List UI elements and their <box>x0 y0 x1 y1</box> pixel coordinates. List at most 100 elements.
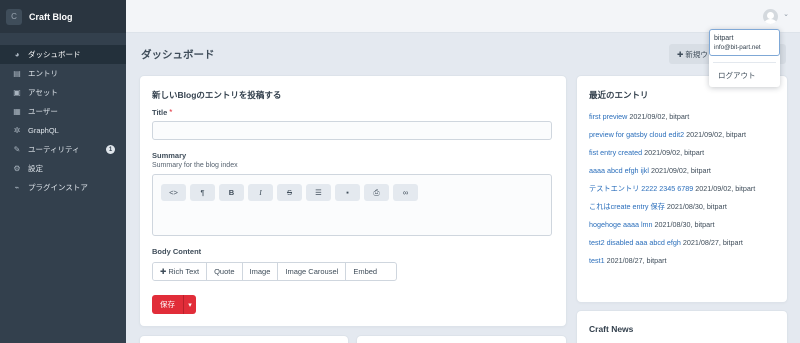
sidebar-item-label: ユーザー <box>28 107 58 116</box>
widget-title: 最近のエントリ <box>589 90 649 100</box>
users-icon: ▦ <box>13 107 21 116</box>
user-info[interactable]: bitpart info@bit-part.net <box>709 29 780 56</box>
new-entry-widget: 新しいBlogのエントリを投稿する Title * Summary Summary… <box>140 76 566 326</box>
sidebar-item-label: エントリ <box>28 69 58 78</box>
entry-meta: 2021/09/02, bitpart <box>629 112 690 121</box>
body-content-field: Body Content ✚ Rich Text Quote Image Ima… <box>152 247 554 281</box>
recent-entries-widget: 最近のエントリ first preview 2021/09/02, bitpar… <box>577 76 787 302</box>
entry-link[interactable]: preview for gatsby cloud edit2 <box>589 130 684 139</box>
add-image-button[interactable]: Image <box>242 263 279 280</box>
newspaper-icon: ▤ <box>13 69 21 78</box>
strikethrough-icon[interactable]: S <box>277 184 302 201</box>
entry-meta: 2021/08/30, bitpart <box>654 220 715 229</box>
chevron-down-icon[interactable]: ⌄ <box>783 10 789 18</box>
sidebar-item-label: GraphQL <box>28 126 59 135</box>
entry-link[interactable]: これはcreate entry 保存 <box>589 202 665 211</box>
paragraph-format-icon[interactable]: ¶ <box>190 184 215 201</box>
plug-icon: ⌁ <box>14 183 20 192</box>
site-brand[interactable]: C Craft Blog <box>0 0 126 33</box>
entry-meta: 2021/09/02, bitpart <box>644 148 705 157</box>
body-content-label: Body Content <box>152 247 202 256</box>
entry-meta: 2021/09/02, bitpart <box>695 184 756 193</box>
user-menu-dropdown: bitpart info@bit-part.net ログアウト <box>709 29 780 87</box>
entry-meta: 2021/09/02, bitpart <box>686 130 747 139</box>
summary-field-label: Summary <box>152 151 187 160</box>
list-item: test1 2021/08/27, bitpart <box>589 256 775 266</box>
global-header: ⌄ <box>126 0 800 33</box>
page-title: ダッシュボード <box>141 49 215 61</box>
rte-toolbar: <> ¶ B I S ☰ ▪ ⎙ ∞ <box>161 184 543 201</box>
entry-link[interactable]: test2 disabled aaa abcd efgh <box>589 238 681 247</box>
sidebar-item-label: プラグインストア <box>28 183 88 192</box>
list-icon[interactable]: ☰ <box>306 184 331 201</box>
list-item: テストエントリ 2222 2345 6789 2021/09/02, bitpa… <box>589 184 775 194</box>
block-type-buttons: ✚ Rich Text Quote Image Image Carousel E… <box>152 262 397 281</box>
craft-news-widget: Craft News <box>577 311 787 343</box>
user-avatar-icon[interactable] <box>763 9 778 24</box>
widget-title: 新しいBlogのエントリを投稿する <box>152 90 282 100</box>
entry-link[interactable]: テストエントリ 2222 2345 6789 <box>589 184 693 193</box>
add-image-carousel-button[interactable]: Image Carousel <box>278 263 347 280</box>
summary-instructions: Summary for the blog index <box>152 162 238 169</box>
sidebar-item-users[interactable]: ▦ ユーザー <box>0 102 126 121</box>
required-indicator: * <box>169 108 173 117</box>
summary-field: Summary Summary for the blog index <> ¶ … <box>152 151 554 236</box>
sidebar-item-label: ユーティリティ <box>28 145 80 154</box>
sidebar-item-label: 設定 <box>28 164 43 173</box>
gauge-icon: ◕ <box>14 50 20 59</box>
entry-meta: 2021/08/27, bitpart <box>606 256 667 265</box>
list-item: fist entry created 2021/09/02, bitpart <box>589 148 775 158</box>
widget-card <box>357 336 566 343</box>
menu-divider <box>713 62 776 63</box>
entry-link[interactable]: test1 <box>589 256 605 265</box>
save-button[interactable]: 保存 <box>152 295 183 314</box>
sidebar-item-dashboard[interactable]: ◕ ダッシュボード <box>0 45 126 64</box>
list-item: これはcreate entry 保存 2021/08/30, bitpart <box>589 202 775 212</box>
list-item: first preview 2021/09/02, bitpart <box>589 112 775 122</box>
add-embed-button[interactable]: Embed <box>346 263 385 280</box>
html-code-icon[interactable]: <> <box>161 184 186 201</box>
sidebar-item-utilities[interactable]: ✎ ユーティリティ 1 <box>0 140 126 159</box>
sidebar-item-entries[interactable]: ▤ エントリ <box>0 64 126 83</box>
list-item: aaaa abcd efgh ijkl 2021/09/02, bitpart <box>589 166 775 176</box>
sidebar-item-label: ダッシュボード <box>28 50 81 59</box>
entry-link[interactable]: aaaa abcd efgh ijkl <box>589 166 649 175</box>
save-options-chevron-icon[interactable]: ▾ <box>183 295 196 314</box>
user-name: bitpart <box>714 35 734 42</box>
gear-icon: ⚙ <box>13 164 21 173</box>
entry-link[interactable]: fist entry created <box>589 148 642 157</box>
summary-rich-text-editor[interactable]: <> ¶ B I S ☰ ▪ ⎙ ∞ <box>152 174 552 236</box>
link-icon[interactable]: ∞ <box>393 184 418 201</box>
sidebar-item-graphql[interactable]: ✲ GraphQL <box>0 121 126 140</box>
list-item: hogehoge aaaa lmn 2021/08/30, bitpart <box>589 220 775 230</box>
sidebar-item-assets[interactable]: ▣ アセット <box>0 83 126 102</box>
list-item: test2 disabled aaa abcd efgh 2021/08/27,… <box>589 238 775 248</box>
entry-link[interactable]: hogehoge aaaa lmn <box>589 220 653 229</box>
title-field: Title * <box>152 108 554 140</box>
sidebar-item-plugin-store[interactable]: ⌁ プラグインストア <box>0 178 126 197</box>
save-button-group: 保存 ▾ <box>152 295 554 314</box>
bold-icon[interactable]: B <box>219 184 244 201</box>
insert-image-icon[interactable]: ▪ <box>335 184 360 201</box>
sidebar-item-settings[interactable]: ⚙ 設定 <box>0 159 126 178</box>
entry-meta: 2021/09/02, bitpart <box>650 166 711 175</box>
wrench-icon: ✎ <box>13 145 21 154</box>
utilities-badge: 1 <box>106 145 115 154</box>
add-quote-button[interactable]: Quote <box>207 263 243 280</box>
main-nav: ◕ ダッシュボード ▤ エントリ ▣ アセット ▦ ユーザー ✲ GraphQL… <box>0 33 126 197</box>
logout-menu-item[interactable]: ログアウト <box>718 70 756 81</box>
entry-link[interactable]: first preview <box>589 112 627 121</box>
sidebar: C Craft Blog ◕ ダッシュボード ▤ エントリ ▣ アセット ▦ ユ… <box>0 0 126 343</box>
italic-icon[interactable]: I <box>248 184 273 201</box>
title-field-label: Title <box>152 108 168 117</box>
title-input[interactable] <box>152 121 552 140</box>
add-rich-text-button[interactable]: ✚ Rich Text <box>153 263 208 280</box>
entry-meta: 2021/08/27, bitpart <box>682 238 743 247</box>
user-email: info@bit-part.net <box>714 44 761 51</box>
craft-logo-icon: C <box>6 8 22 25</box>
site-name: Craft Blog <box>29 11 73 22</box>
insert-file-icon[interactable]: ⎙ <box>364 184 389 201</box>
list-item: preview for gatsby cloud edit2 2021/09/0… <box>589 130 775 140</box>
image-icon: ▣ <box>13 88 21 97</box>
recent-entries-list: first preview 2021/09/02, bitpart previe… <box>589 112 775 266</box>
